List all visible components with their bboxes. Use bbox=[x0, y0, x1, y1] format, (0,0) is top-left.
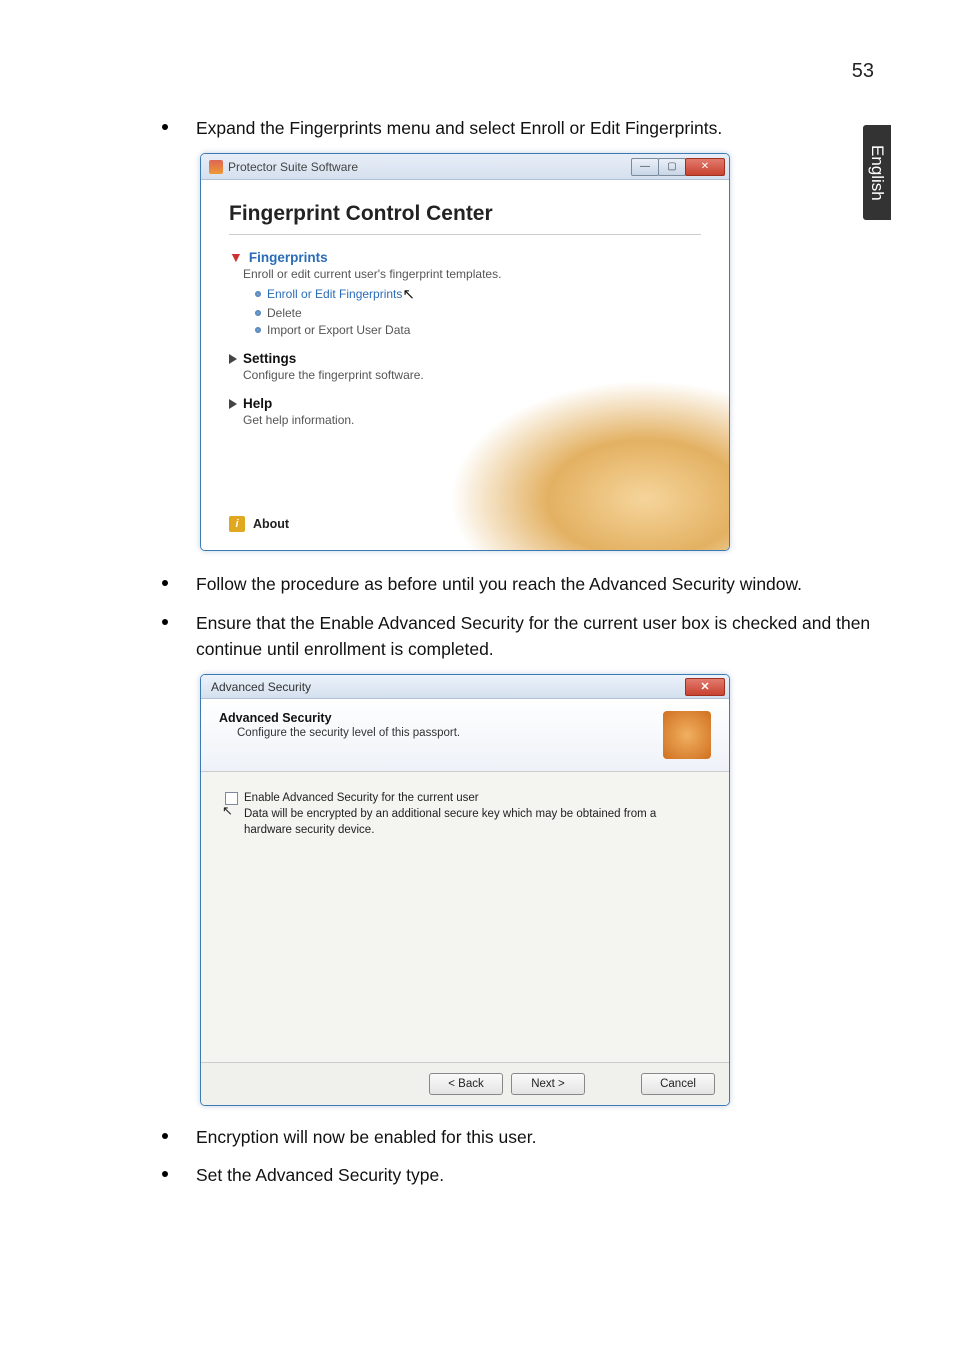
bullet-icon bbox=[162, 619, 168, 625]
about-link[interactable]: i About bbox=[229, 516, 289, 532]
section-header: Settings bbox=[229, 351, 701, 366]
window-buttons: — ▢ ✕ bbox=[632, 158, 725, 176]
wizard-footer: < Back Next > Cancel bbox=[201, 1062, 729, 1105]
bullet-icon bbox=[162, 1171, 168, 1177]
header-title: Advanced Security bbox=[219, 711, 663, 725]
bullet-text: Expand the Fingerprints menu and select … bbox=[196, 115, 722, 141]
window-title: Advanced Security bbox=[211, 680, 311, 694]
section-label: Help bbox=[243, 396, 272, 411]
header-image bbox=[663, 711, 711, 759]
cursor-icon: ↖ bbox=[222, 803, 233, 819]
about-text: About bbox=[253, 517, 289, 531]
dot-icon bbox=[255, 310, 261, 316]
link-text: Import or Export User Data bbox=[267, 323, 410, 337]
back-button[interactable]: < Back bbox=[429, 1073, 503, 1095]
dot-icon bbox=[255, 327, 261, 333]
cancel-button[interactable]: Cancel bbox=[641, 1073, 715, 1095]
wizard-body: ↖ Enable Advanced Security for the curre… bbox=[201, 772, 729, 1062]
arrow-icon bbox=[229, 354, 237, 364]
bullet-text: Follow the procedure as before until you… bbox=[196, 571, 802, 597]
link-text: Delete bbox=[267, 306, 302, 320]
section-label: Fingerprints bbox=[249, 250, 328, 265]
arrow-icon bbox=[229, 399, 237, 409]
bullet-item: Set the Advanced Security type. bbox=[162, 1162, 880, 1188]
bullet-text: Encryption will now be enabled for this … bbox=[196, 1124, 536, 1150]
minimize-button[interactable]: — bbox=[631, 158, 659, 176]
advanced-security-window: Advanced Security ✕ Advanced Security Co… bbox=[200, 674, 730, 1106]
titlebar: Advanced Security ✕ bbox=[201, 675, 729, 699]
protector-suite-window: Protector Suite Software — ▢ ✕ Fingerpri… bbox=[200, 153, 730, 551]
enable-security-checkbox-row: ↖ Enable Advanced Security for the curre… bbox=[225, 792, 705, 805]
header-desc: Configure the security level of this pas… bbox=[237, 727, 663, 739]
bullet-item: Ensure that the Enable Advanced Security… bbox=[162, 610, 880, 663]
bullet-item: Follow the procedure as before until you… bbox=[162, 571, 880, 597]
page-number: 53 bbox=[852, 60, 874, 83]
bullet-text: Set the Advanced Security type. bbox=[196, 1162, 444, 1188]
bullet-icon bbox=[162, 124, 168, 130]
bullet-item: Expand the Fingerprints menu and select … bbox=[162, 115, 880, 141]
v-icon: ▼ bbox=[229, 249, 243, 265]
fingerprints-section: ▼ Fingerprints Enroll or edit current us… bbox=[229, 249, 701, 337]
close-button[interactable]: ✕ bbox=[685, 678, 725, 696]
section-label: Settings bbox=[243, 351, 296, 366]
maximize-button[interactable]: ▢ bbox=[658, 158, 686, 176]
wizard-header: Advanced Security Configure the security… bbox=[201, 699, 729, 772]
header-text: Advanced Security Configure the security… bbox=[219, 711, 663, 759]
section-desc: Enroll or edit current user's fingerprin… bbox=[243, 267, 701, 281]
bullet-item: Encryption will now be enabled for this … bbox=[162, 1124, 880, 1150]
bullet-text: Ensure that the Enable Advanced Security… bbox=[196, 610, 880, 663]
window-title: Protector Suite Software bbox=[228, 160, 358, 174]
settings-section[interactable]: Settings Configure the fingerprint softw… bbox=[229, 351, 701, 382]
bullet-icon bbox=[162, 580, 168, 586]
link-text: Enroll or Edit Fingerprints bbox=[267, 287, 402, 301]
import-link[interactable]: Import or Export User Data bbox=[255, 323, 701, 337]
titlebar: Protector Suite Software — ▢ ✕ bbox=[201, 154, 729, 180]
cursor-icon: ↖ bbox=[402, 285, 415, 303]
app-heading: Fingerprint Control Center bbox=[229, 202, 701, 235]
window-body: Fingerprint Control Center ▼ Fingerprint… bbox=[201, 180, 729, 550]
delete-link[interactable]: Delete bbox=[255, 306, 701, 320]
document-content: Expand the Fingerprints menu and select … bbox=[140, 115, 880, 1201]
sub-list: Enroll or Edit Fingerprints ↖ Delete Imp… bbox=[255, 285, 701, 337]
fingerprint-graphic bbox=[449, 380, 729, 550]
enable-security-checkbox[interactable]: ↖ bbox=[225, 792, 238, 805]
info-icon: i bbox=[229, 516, 245, 532]
close-button[interactable]: ✕ bbox=[685, 158, 725, 176]
enroll-link[interactable]: Enroll or Edit Fingerprints ↖ bbox=[255, 285, 701, 303]
section-header[interactable]: ▼ Fingerprints bbox=[229, 249, 701, 265]
checkbox-label: Enable Advanced Security for the current… bbox=[244, 792, 479, 804]
dot-icon bbox=[255, 291, 261, 297]
body-desc: Data will be encrypted by an additional … bbox=[244, 807, 705, 838]
next-button[interactable]: Next > bbox=[511, 1073, 585, 1095]
app-icon bbox=[209, 160, 223, 174]
bullet-icon bbox=[162, 1133, 168, 1139]
